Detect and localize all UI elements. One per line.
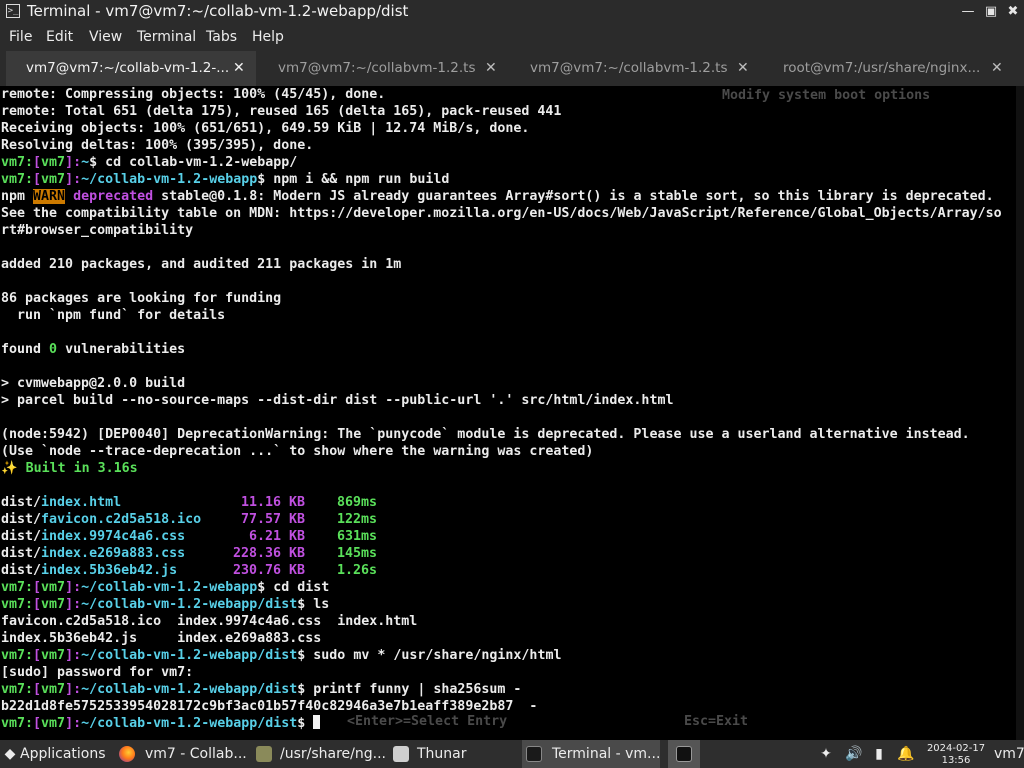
tab-close-icon[interactable]: ✕ — [737, 59, 749, 77]
tab-4[interactable]: root@vm7:/usr/share/nginx... ✕ — [766, 51, 1018, 86]
prompt-line: vm7:[vm7]:~/collab-vm-1.2-webapp/dist$ p… — [1, 682, 522, 697]
terminal-icon: >_ — [6, 4, 20, 18]
sparkle-icon: ✨ — [1, 461, 18, 476]
taskbar-app-editor[interactable]: /usr/share/ng... — [252, 740, 386, 768]
firefox-icon — [119, 746, 135, 762]
menu-bar: File Edit View Terminal Tabs Help — [0, 24, 1024, 51]
tab-label: vm7@vm7:~/collabvm-1.2.ts — [278, 60, 476, 76]
window-title: Terminal - vm7@vm7:~/collab-vm-1.2-webap… — [27, 2, 409, 20]
taskbar-app-terminal[interactable]: Terminal - vm... — [522, 740, 660, 768]
tab-bar: vm7@vm7:~/collab-vm-1.2-... ✕ vm7@vm7:~/… — [0, 51, 1024, 86]
terminal-line: index.5b36eb42.js index.e269a883.css — [1, 631, 322, 646]
built-line: ✨ Built in 3.16s — [1, 461, 138, 476]
terminal-line: found 0 vulnerabilities — [1, 342, 186, 357]
terminal-line: (node:5942) [DEP0040] DeprecationWarning… — [1, 427, 970, 442]
terminal-line: rt#browser_compatibility — [1, 223, 194, 238]
build-file-row: dist/favicon.c2d5a518.ico 77.57 KB 122ms — [1, 512, 378, 527]
network-icon[interactable]: ✦ — [818, 746, 834, 762]
prompt-host: vm7 — [41, 155, 66, 170]
terminal-scrollbar[interactable] — [1016, 86, 1024, 740]
menu-view[interactable]: View — [89, 28, 122, 46]
terminal-line: remote: Total 651 (delta 175), reused 16… — [1, 104, 562, 119]
menu-edit[interactable]: Edit — [46, 28, 73, 46]
terminal-line: See the compatibility table on MDN: http… — [1, 206, 1002, 221]
build-file-row: dist/index.5b36eb42.js 230.76 KB 1.26s — [1, 563, 378, 578]
terminal-line: 86 packages are looking for funding — [1, 291, 282, 306]
menu-help[interactable]: Help — [252, 28, 284, 46]
tab-close-icon[interactable]: ✕ — [233, 59, 245, 77]
terminal-line: > cvmwebapp@2.0.0 build — [1, 376, 186, 391]
background-boot-text: Modify system boot options — [722, 88, 931, 103]
menu-file[interactable]: File — [9, 28, 32, 46]
background-enter-hint: <Enter>=Select Entry — [347, 714, 508, 729]
terminal-line: (Use `node --trace-deprecation ...` to s… — [1, 444, 594, 459]
tab-close-icon[interactable]: ✕ — [991, 59, 1003, 77]
prompt-line: vm7:[vm7]:~/collab-vm-1.2-webapp$ cd dis… — [1, 580, 330, 595]
prompt-user: vm7: — [1, 155, 34, 170]
terminal-icon — [526, 746, 542, 762]
tab-label: vm7@vm7:~/collabvm-1.2.ts — [530, 60, 728, 76]
battery-icon[interactable]: ▮ — [871, 746, 887, 762]
tab-2[interactable]: vm7@vm7:~/collabvm-1.2.ts ✕ — [262, 51, 512, 86]
applications-icon: ◆ — [4, 746, 16, 762]
text-cursor — [313, 715, 321, 729]
tab-label: root@vm7:/usr/share/nginx... — [783, 60, 981, 76]
terminal-line: > parcel build --no-source-maps --dist-d… — [1, 393, 674, 408]
terminal-line: [sudo] password for vm7: — [1, 665, 194, 680]
terminal-line: Receiving objects: 100% (651/651), 649.5… — [1, 121, 530, 136]
prompt-line: vm7:[vm7]:~/collab-vm-1.2-webapp/dist$ s… — [1, 648, 562, 663]
taskbar-app-firefox[interactable]: vm7 - Collab... — [115, 740, 249, 768]
build-file-row: dist/index.9974c4a6.css 6.21 KB 631ms — [1, 529, 378, 544]
close-icon[interactable]: ✖ — [1004, 3, 1022, 21]
menu-terminal[interactable]: Terminal — [137, 28, 196, 46]
prompt-line: vm7:[vm7]:~$ cd collab-vm-1.2-webapp/ — [1, 155, 298, 170]
taskbar: ◆ Applications vm7 - Collab... /usr/shar… — [0, 740, 1024, 768]
file-manager-icon — [393, 746, 409, 762]
taskbar-app-thunar[interactable]: Thunar — [389, 740, 519, 768]
terminal-line: b22d1d8fe5752533954028172c9bf3ac01b57f40… — [1, 699, 538, 714]
tab-3[interactable]: vm7@vm7:~/collabvm-1.2.ts ✕ — [514, 51, 764, 86]
notification-bell-icon[interactable]: 🔔 — [897, 746, 914, 762]
prompt-line: vm7:[vm7]:~/collab-vm-1.2-webapp$ npm i … — [1, 172, 450, 187]
user-menu[interactable]: vm7 — [994, 745, 1024, 763]
background-esc-hint: Esc=Exit — [684, 714, 749, 729]
menu-tabs[interactable]: Tabs — [206, 28, 237, 46]
tab-label: vm7@vm7:~/collab-vm-1.2-... — [26, 60, 230, 76]
warn-badge: WARN — [33, 189, 66, 204]
prompt-line: vm7:[vm7]:~/collab-vm-1.2-webapp/dist$ — [1, 715, 321, 732]
terminal-line: Resolving deltas: 100% (395/395), done. — [1, 138, 314, 153]
prompt-path: ~ — [81, 155, 90, 170]
workspace-icon — [676, 746, 692, 762]
maximize-icon[interactable]: ▣ — [982, 3, 1000, 21]
window-titlebar[interactable]: >_ Terminal - vm7@vm7:~/collab-vm-1.2-we… — [0, 0, 1024, 24]
workspace-switcher[interactable] — [668, 740, 700, 768]
text-editor-icon — [256, 746, 272, 762]
terminal-line: run `npm fund` for details — [1, 308, 226, 323]
minimize-icon[interactable]: — — [959, 3, 977, 21]
build-file-row: dist/index.html 11.16 KB 869ms — [1, 495, 378, 510]
tab-close-icon[interactable]: ✕ — [485, 59, 497, 77]
tab-1[interactable]: vm7@vm7:~/collab-vm-1.2-... ✕ — [6, 51, 256, 86]
terminal-line: favicon.c2d5a518.ico index.9974c4a6.css … — [1, 614, 418, 629]
terminal-line: remote: Compressing objects: 100% (45/45… — [1, 87, 386, 102]
volume-icon[interactable]: 🔊 — [845, 746, 862, 762]
applications-menu-button[interactable]: ◆ Applications — [0, 740, 112, 768]
terminal-line: added 210 packages, and audited 211 pack… — [1, 257, 402, 272]
npm-warning-line: npm WARN deprecated stable@0.1.8: Modern… — [1, 189, 994, 204]
terminal-output[interactable]: Modify system boot options <Enter>=Selec… — [0, 86, 1016, 740]
prompt-line: vm7:[vm7]:~/collab-vm-1.2-webapp/dist$ l… — [1, 597, 330, 612]
clock[interactable]: 2024-02-17 13:56 — [922, 743, 990, 767]
command-text: cd collab-vm-1.2-webapp/ — [97, 155, 298, 170]
build-file-row: dist/index.e269a883.css 228.36 KB 145ms — [1, 546, 378, 561]
